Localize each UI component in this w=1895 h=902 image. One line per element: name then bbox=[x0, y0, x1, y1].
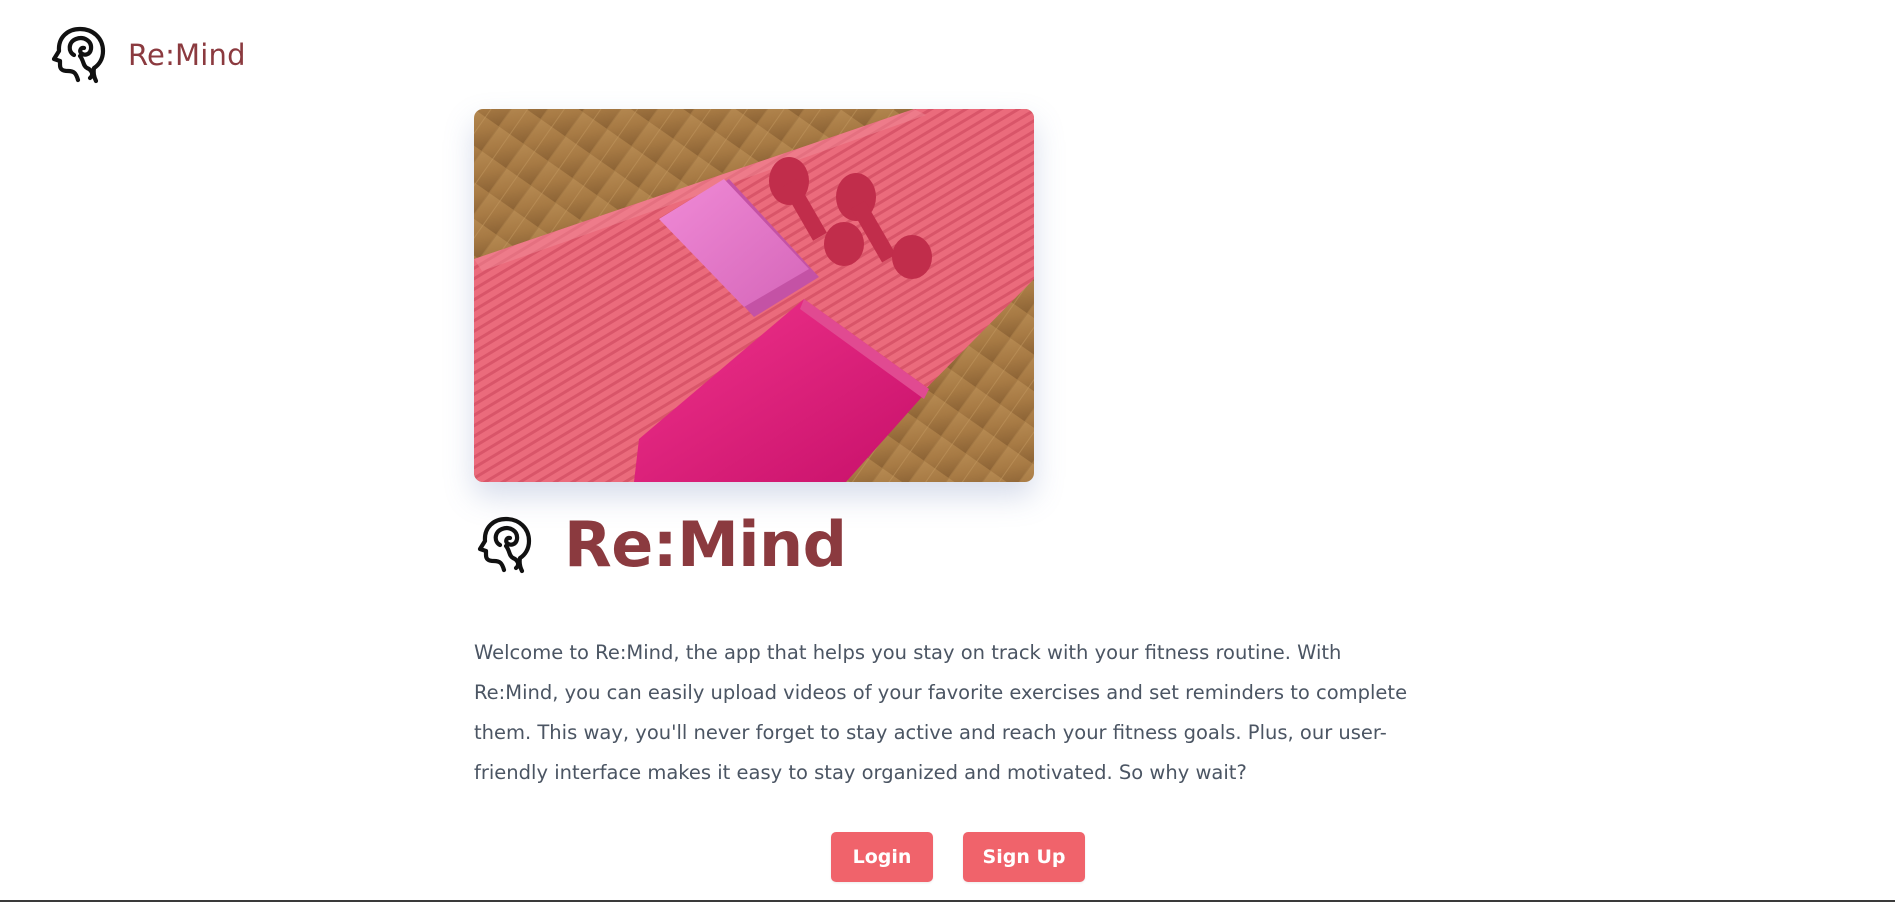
site-header: Re:Mind bbox=[48, 24, 246, 86]
login-button[interactable]: Login bbox=[831, 832, 933, 882]
signup-button[interactable]: Sign Up bbox=[963, 832, 1085, 882]
title-row: Re:Mind bbox=[474, 510, 847, 580]
intro-paragraph: Welcome to Re:Mind, the app that helps y… bbox=[474, 641, 1408, 784]
fitness-gear-photo bbox=[474, 109, 1034, 482]
head-brain-icon bbox=[477, 516, 532, 574]
head-brain-icon[interactable] bbox=[48, 25, 108, 85]
hero-image bbox=[474, 109, 1034, 482]
page-title: Re:Mind bbox=[564, 508, 847, 581]
auth-actions: Login Sign Up bbox=[831, 832, 1085, 882]
brand-name[interactable]: Re:Mind bbox=[128, 38, 246, 72]
